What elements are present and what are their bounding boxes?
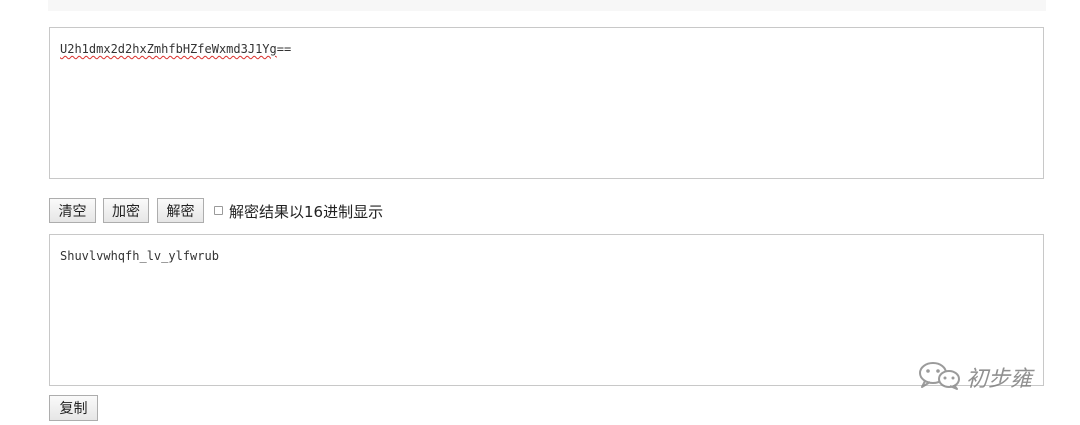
watermark-text: 初步雍 <box>966 367 1033 392</box>
ciphertext-input[interactable]: U2h1dmx2d2hxZmhfbHZfeWxmd3J1Yg== <box>49 27 1044 179</box>
input-text-suffix: == <box>276 42 292 56</box>
wechat-icon <box>916 360 962 394</box>
encrypt-button[interactable]: 加密 <box>103 198 149 223</box>
top-panel-strip <box>48 0 1046 11</box>
hex-display-label: 解密结果以16进制显示 <box>229 203 384 221</box>
input-text-underlined: U2h1dmx2d2hxZmhfbHZfeWxmd3J1Yg <box>60 42 277 56</box>
copy-button[interactable]: 复制 <box>49 395 98 421</box>
output-text: Shuvlvwhqfh_lv_ylfwrub <box>60 249 219 263</box>
decrypt-button[interactable]: 解密 <box>157 198 204 223</box>
hex-display-checkbox[interactable] <box>214 206 223 215</box>
clear-button[interactable]: 清空 <box>49 198 96 223</box>
result-output[interactable]: Shuvlvwhqfh_lv_ylfwrub <box>49 234 1044 386</box>
watermark: 初步雍 <box>916 360 1032 394</box>
